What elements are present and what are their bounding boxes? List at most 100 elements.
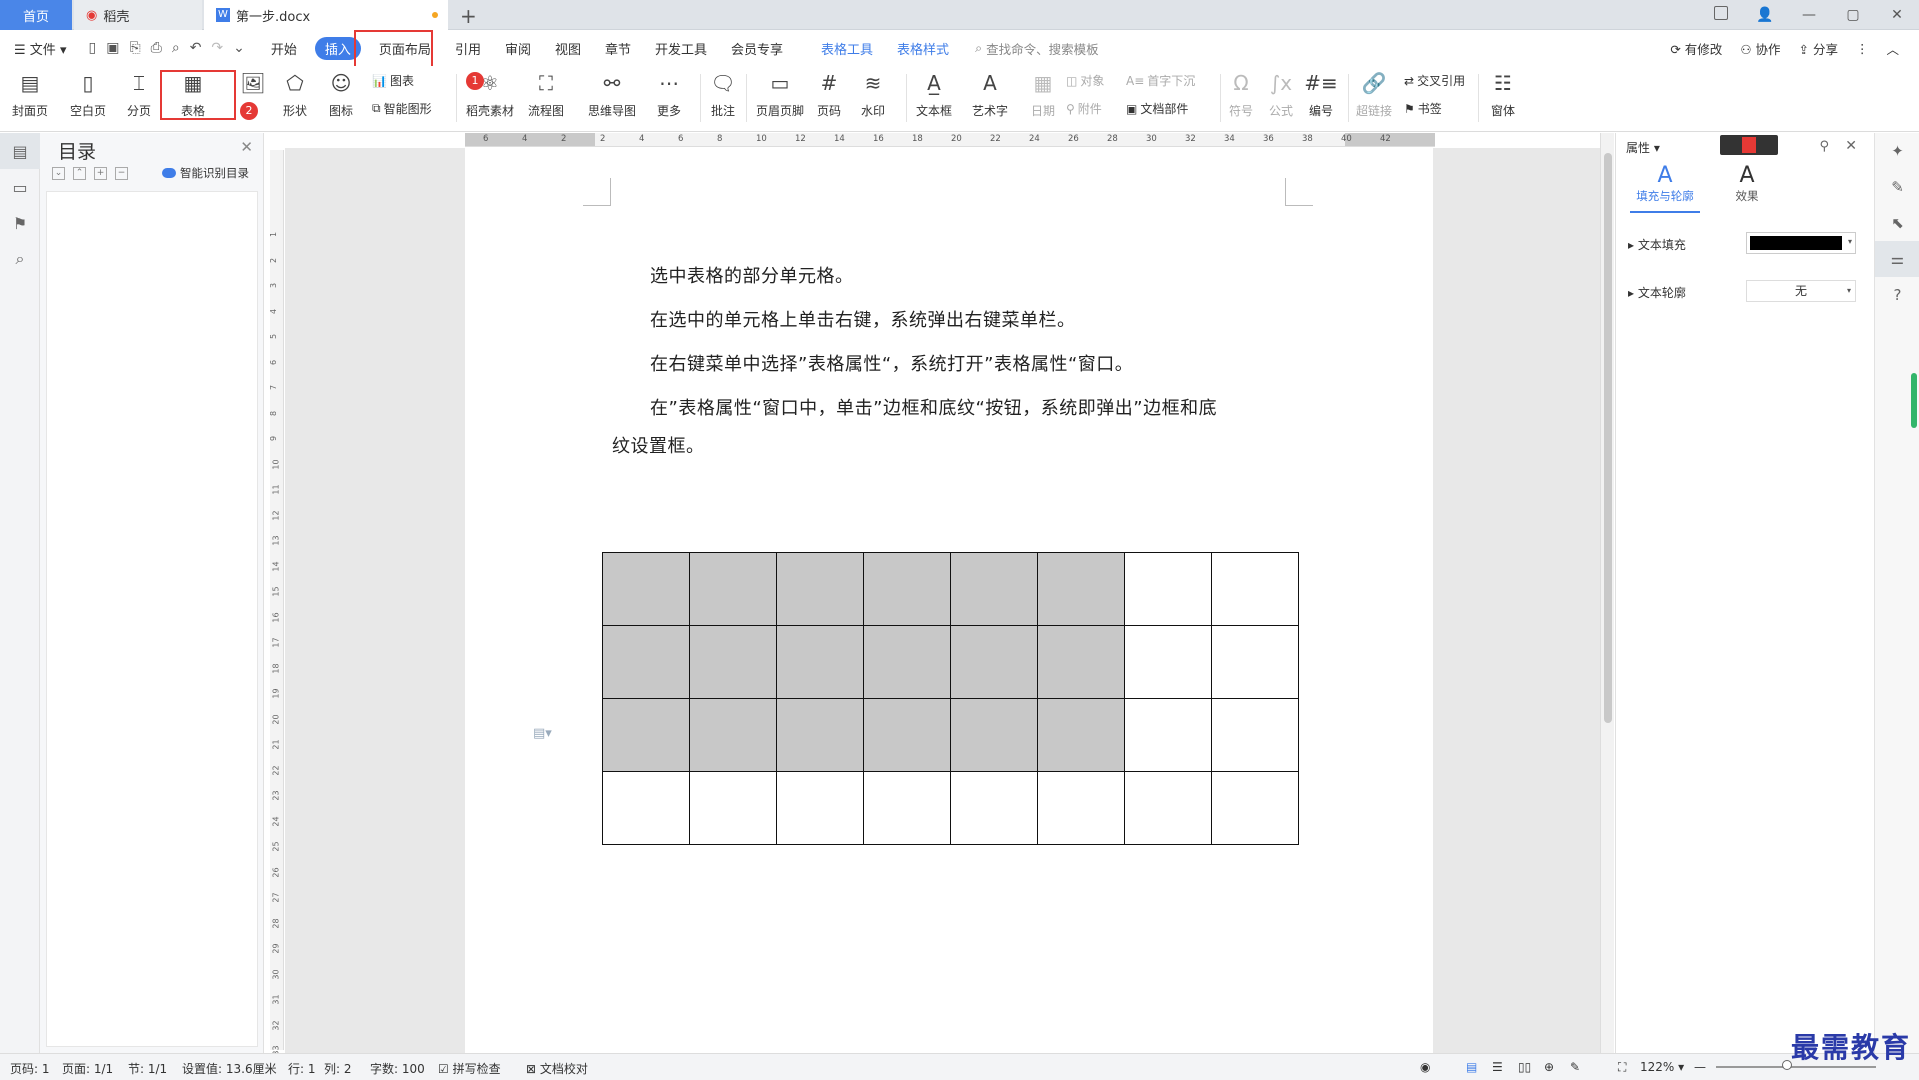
status-pages[interactable]: 页面: 1/1: [62, 1060, 113, 1077]
table-cell[interactable]: [863, 625, 951, 699]
smart-graphic-button[interactable]: ⧉ 智能图形: [372, 100, 432, 117]
table-cell[interactable]: [863, 771, 951, 845]
tab-fill-outline[interactable]: A 填充与轮廓: [1630, 163, 1700, 213]
pin-icon[interactable]: ⚲: [1819, 139, 1829, 154]
table-cell[interactable]: [602, 552, 690, 626]
table-cell[interactable]: [602, 625, 690, 699]
chart-button[interactable]: 📊 图表: [372, 72, 414, 89]
table-cell[interactable]: [1124, 552, 1212, 626]
toc-nav-icon[interactable]: ▤: [0, 133, 40, 169]
doc-paragraph-3[interactable]: 在右键菜单中选择”表格属性“，系统打开”表格属性“窗口。: [612, 346, 1292, 384]
table-cell[interactable]: [602, 771, 690, 845]
add-level-icon[interactable]: +: [94, 167, 107, 180]
zoom-slider[interactable]: [1716, 1066, 1876, 1068]
status-page[interactable]: 页码: 1: [10, 1060, 50, 1077]
hyperlink-button[interactable]: 🔗 超链接: [1356, 70, 1392, 119]
close-button[interactable]: ✕: [1875, 7, 1919, 23]
new-tab-button[interactable]: +: [460, 4, 477, 28]
status-section[interactable]: 节: 1/1: [128, 1060, 167, 1077]
formula-button[interactable]: ∫x 公式: [1268, 70, 1294, 119]
doc-paragraph-4-cont[interactable]: 纹设置框。: [612, 428, 705, 466]
textbox-button[interactable]: A̲ 文本框: [916, 70, 952, 119]
table-cell[interactable]: [1211, 625, 1299, 699]
doc-paragraph-4[interactable]: 在”表格属性“窗口中，单击”边框和底纹“按钮，系统即弹出”边框和底: [612, 390, 1292, 428]
attachment-button[interactable]: ⚲ 附件: [1066, 100, 1102, 117]
table-cell[interactable]: [950, 771, 1038, 845]
collapse-ribbon-icon[interactable]: ︿: [1886, 39, 1899, 58]
close-icon[interactable]: ✕: [1845, 138, 1857, 154]
maximize-button[interactable]: ▢: [1831, 7, 1875, 23]
remove-level-icon[interactable]: −: [115, 167, 128, 180]
dropcap-button[interactable]: A≡ 首字下沉: [1126, 72, 1195, 89]
cover-page-button[interactable]: ▤ 封面页: [12, 70, 48, 119]
eye-protection-icon[interactable]: ◉: [1420, 1060, 1430, 1074]
horizontal-ruler[interactable]: 6 4 2 2 4 6 8 10 12 14 16 18 20 22 24 26 28 30 32 34 36 38 40 4…: [465, 133, 1435, 147]
table-row[interactable]: [602, 552, 1299, 626]
bookmark-nav-icon[interactable]: ⚑: [0, 205, 40, 241]
comment-button[interactable]: 🗨 批注: [710, 70, 736, 119]
status-words[interactable]: 字数: 100: [370, 1060, 425, 1077]
page-break-button[interactable]: ⌶ 分页: [126, 70, 152, 119]
symbol-button[interactable]: Ω 符号: [1228, 70, 1254, 119]
table-cell[interactable]: [950, 625, 1038, 699]
document-part-button[interactable]: ▣ 文档部件: [1126, 100, 1188, 117]
web-view-icon[interactable]: ⊕: [1544, 1060, 1554, 1074]
cross-reference-button[interactable]: ⇄ 交叉引用: [1404, 72, 1465, 89]
table-cell[interactable]: [1124, 698, 1212, 772]
expand-all-icon[interactable]: ⌄: [52, 167, 65, 180]
zoom-out-button[interactable]: —: [1694, 1060, 1706, 1074]
table-cell[interactable]: [863, 698, 951, 772]
form-button[interactable]: ☷ 窗体: [1490, 70, 1516, 119]
undo-icon[interactable]: ↶: [190, 40, 202, 56]
redo-icon[interactable]: ↷: [211, 40, 223, 56]
new-icon[interactable]: ▯: [88, 40, 96, 56]
icon-library-button[interactable]: ☺ 图标: [328, 70, 354, 119]
table-cell[interactable]: [1211, 771, 1299, 845]
table-row[interactable]: [602, 698, 1299, 772]
print-preview-icon[interactable]: ⌕: [172, 40, 180, 56]
table-cell[interactable]: [1124, 771, 1212, 845]
minimize-button[interactable]: —: [1787, 7, 1831, 23]
table-cell[interactable]: [1124, 625, 1212, 699]
page-number-button[interactable]: # 页码: [816, 70, 842, 119]
table-cell[interactable]: [1037, 625, 1125, 699]
wordart-button[interactable]: A 艺术字: [972, 70, 1008, 119]
table-cell[interactable]: [950, 552, 1038, 626]
table-cell[interactable]: [689, 625, 777, 699]
text-outline-label[interactable]: ▸ 文本轮廓: [1628, 284, 1686, 301]
bookmark-button[interactable]: ⚑ 书签: [1404, 100, 1442, 117]
tab-document[interactable]: W 第一步.docx: [204, 0, 448, 30]
menu-table-tools[interactable]: 表格工具: [821, 39, 873, 58]
menu-developer[interactable]: 开发工具: [655, 39, 707, 58]
menu-start[interactable]: 开始: [271, 39, 297, 58]
tab-daoke[interactable]: ◉ 稻壳: [74, 0, 202, 30]
document-table[interactable]: [602, 552, 1299, 845]
menu-member[interactable]: 会员专享: [731, 39, 783, 58]
fit-page-icon[interactable]: ⛶: [1618, 1060, 1626, 1075]
spell-check-toggle[interactable]: ☑ 拼写检查: [438, 1060, 501, 1077]
vertical-ruler[interactable]: 1 2 3 4 5 6 7 8 9 10 11 12 13 14 15 16 17 18 19 20 21 22 23 24 2…: [269, 150, 284, 1056]
reading-view-icon[interactable]: ▯▯: [1518, 1060, 1531, 1074]
status-setting[interactable]: 设置值: 13.6厘米: [182, 1060, 277, 1077]
status-col[interactable]: 列: 2: [324, 1060, 352, 1077]
table-cell[interactable]: [689, 552, 777, 626]
close-icon[interactable]: ✕: [240, 138, 253, 156]
table-cell[interactable]: [689, 698, 777, 772]
date-button[interactable]: ▦ 日期: [1030, 70, 1056, 119]
table-cell[interactable]: [1211, 552, 1299, 626]
table-cell[interactable]: [1037, 698, 1125, 772]
tab-home[interactable]: 首页: [0, 0, 72, 30]
table-cell[interactable]: [863, 552, 951, 626]
doc-paragraph-1[interactable]: 选中表格的部分单元格。: [612, 258, 1292, 296]
menu-table-style[interactable]: 表格样式: [897, 39, 949, 58]
vertical-scrollbar[interactable]: [1600, 133, 1614, 1053]
text-fill-label[interactable]: ▸ 文本填充: [1628, 236, 1686, 253]
help-icon[interactable]: ?: [1875, 277, 1919, 313]
table-cell[interactable]: [776, 552, 864, 626]
watermark-button[interactable]: ≋ 水印: [860, 70, 886, 119]
doc-proof-button[interactable]: ⊠ 文档校对: [526, 1060, 588, 1077]
table-row[interactable]: [602, 625, 1299, 699]
page-view-icon[interactable]: ▤: [1466, 1060, 1477, 1074]
object-button[interactable]: ◫ 对象: [1066, 72, 1104, 89]
collaborate-button[interactable]: ⚇ 协作: [1740, 39, 1780, 58]
